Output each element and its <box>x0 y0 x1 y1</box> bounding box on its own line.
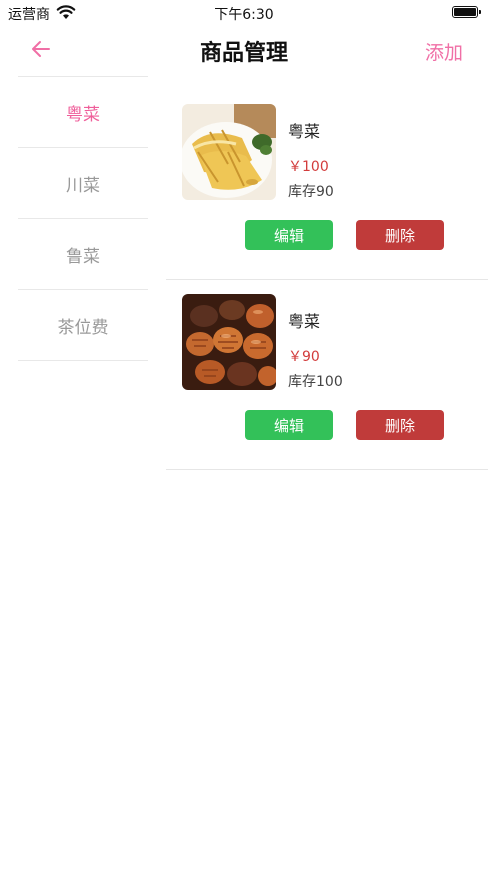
edit-button[interactable]: 编辑 <box>245 220 333 250</box>
product-price: ￥100 <box>288 159 329 175</box>
sidebar-item-tea-fee[interactable]: 茶位费 <box>18 289 148 360</box>
edit-button[interactable]: 编辑 <box>245 410 333 440</box>
abalone-dish-image[interactable] <box>182 294 276 390</box>
delete-button[interactable]: 删除 <box>356 410 444 440</box>
chicken-dish-image[interactable] <box>182 104 276 200</box>
product-list: 粤菜 ￥100 库存90 编辑 删除 粤菜 ￥90 库存100 编辑 删除 <box>166 90 488 470</box>
product-price: ￥90 <box>288 349 320 365</box>
product-name: 粤菜 <box>288 312 321 331</box>
page-title: 商品管理 <box>199 41 288 66</box>
delete-button[interactable]: 删除 <box>356 220 444 250</box>
status-bar: 运营商 下午6:30 <box>0 0 488 26</box>
product-card: 粤菜 ￥90 库存100 编辑 删除 <box>166 280 488 470</box>
sidebar-item-shandong[interactable]: 鲁菜 <box>18 218 148 289</box>
product-stock: 库存90 <box>288 184 334 200</box>
sidebar-divider <box>18 360 148 361</box>
nav-bar: 商品管理 添加 <box>0 26 488 74</box>
product-card: 粤菜 ￥100 库存90 编辑 删除 <box>166 90 488 280</box>
product-stock: 库存100 <box>288 374 343 390</box>
add-button[interactable]: 添加 <box>425 38 463 65</box>
category-sidebar: 粤菜 川菜 鲁菜 茶位费 <box>18 76 148 361</box>
product-name: 粤菜 <box>288 122 321 141</box>
sidebar-item-sichuan[interactable]: 川菜 <box>18 147 148 218</box>
status-time: 下午6:30 <box>214 7 274 23</box>
battery-icon <box>452 6 481 18</box>
sidebar-item-cantonese[interactable]: 粤菜 <box>18 76 148 147</box>
